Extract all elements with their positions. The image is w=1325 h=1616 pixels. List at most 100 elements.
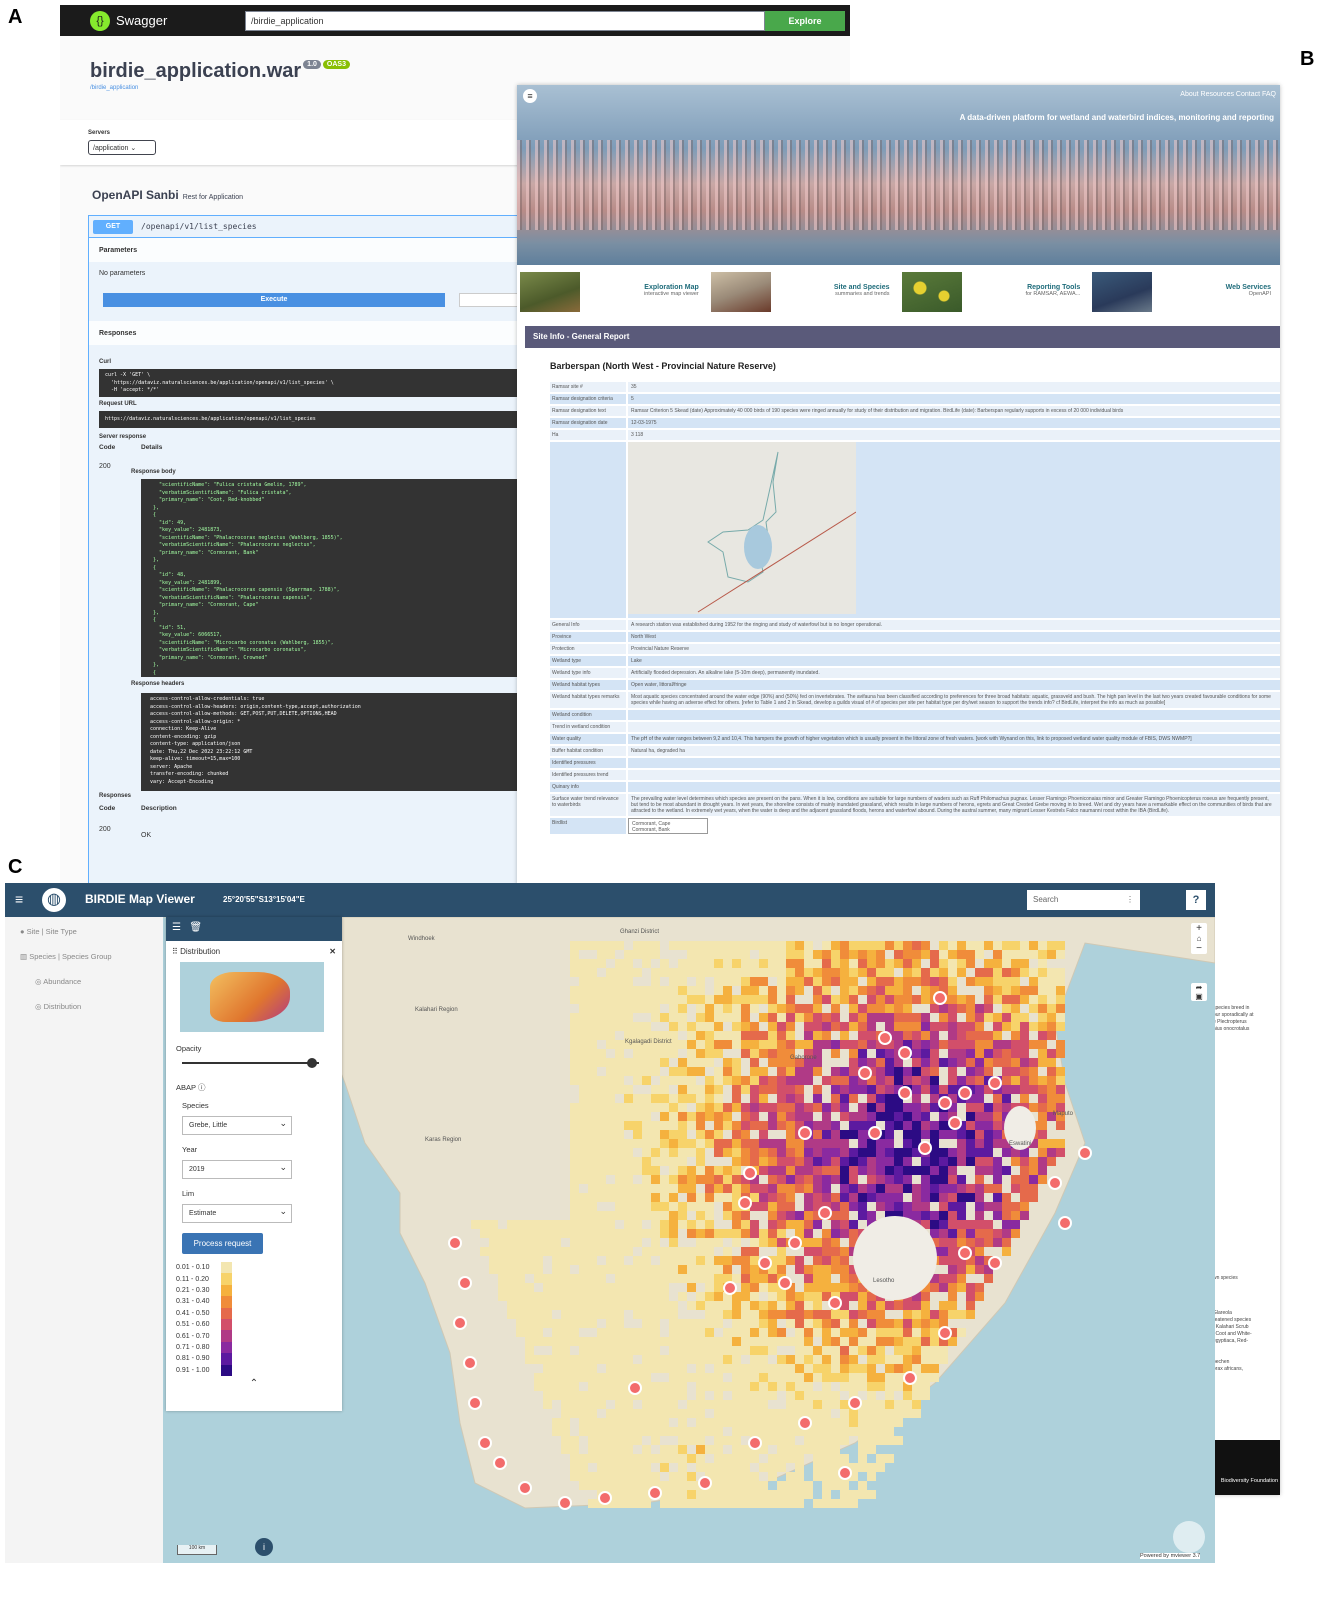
site-point[interactable] — [463, 1356, 477, 1370]
hamburger-menu-icon[interactable]: ≡ — [523, 89, 537, 103]
site-point[interactable] — [743, 1166, 757, 1180]
site-point[interactable] — [838, 1466, 852, 1480]
trash-icon[interactable]: 🗑 — [189, 922, 202, 933]
card-web-services[interactable]: Web Services OpenAPI — [1089, 272, 1279, 316]
site-point[interactable] — [988, 1256, 1002, 1270]
site-point[interactable] — [858, 1066, 872, 1080]
site-point[interactable] — [738, 1196, 752, 1210]
sidebar-item-abundance[interactable]: ◎ Abundance — [5, 977, 163, 986]
kebab-menu-icon[interactable]: ⋮ — [1126, 895, 1134, 904]
card-exploration-map[interactable]: Exploration Map interactive map viewer — [517, 272, 707, 316]
swagger-logo[interactable]: {} Swagger — [90, 10, 245, 31]
grid-cell — [642, 1247, 651, 1256]
zoom-in-icon[interactable]: + — [1191, 923, 1207, 934]
overview-map-toggle[interactable] — [1173, 1521, 1205, 1553]
collapse-chevron-icon[interactable]: ⌃ — [166, 1378, 342, 1389]
top-nav-links[interactable]: About Resources Contact FAQ — [1180, 91, 1276, 98]
close-icon[interactable]: ✕ — [329, 947, 336, 956]
api-base-link[interactable]: /birdie_application — [90, 85, 138, 91]
site-point[interactable] — [798, 1416, 812, 1430]
hamburger-menu-icon[interactable]: ≡ — [15, 891, 23, 907]
site-point[interactable] — [818, 1206, 832, 1220]
site-point[interactable] — [723, 1281, 737, 1295]
site-point[interactable] — [698, 1476, 712, 1490]
site-point[interactable] — [478, 1436, 492, 1450]
site-point[interactable] — [933, 991, 947, 1005]
grid-cell — [1029, 977, 1038, 986]
api-url-input[interactable]: /birdie_application — [245, 10, 765, 31]
grid-cell — [633, 1166, 642, 1175]
site-point[interactable] — [1078, 1146, 1092, 1160]
site-point[interactable] — [493, 1456, 507, 1470]
site-point[interactable] — [778, 1276, 792, 1290]
year-select[interactable]: 2019 — [182, 1160, 292, 1179]
species-select[interactable]: Grebe, Little — [182, 1116, 292, 1135]
sidebar-item-species[interactable]: ▥ Species | Species Group — [5, 952, 163, 961]
list-icon[interactable]: ☰ — [172, 922, 181, 933]
execute-button[interactable]: Execute — [103, 293, 445, 307]
sidebar-item-site[interactable]: ● Site | Site Type — [5, 927, 163, 936]
grid-cell — [858, 1454, 867, 1463]
process-request-button[interactable]: Process request — [182, 1233, 263, 1254]
site-point[interactable] — [598, 1491, 612, 1505]
site-point[interactable] — [748, 1436, 762, 1450]
site-point[interactable] — [938, 1096, 952, 1110]
site-point[interactable] — [828, 1296, 842, 1310]
site-point[interactable] — [898, 1046, 912, 1060]
grid-cell — [552, 1301, 561, 1310]
response-body-code[interactable]: "scientificName": "Fulica cristata Gmeli… — [141, 479, 518, 677]
site-point[interactable] — [453, 1316, 467, 1330]
site-point[interactable] — [558, 1496, 572, 1510]
curl-code[interactable]: curl -X 'GET' \ 'https://dataviz.natural… — [99, 369, 517, 397]
grid-cell — [759, 1418, 768, 1427]
birdlist-select[interactable]: Cormorant, Cape Cormorant, Bank — [628, 818, 708, 834]
info-icon[interactable]: ⓘ — [198, 1083, 206, 1092]
site-point[interactable] — [758, 1256, 772, 1270]
card-reporting-tools[interactable]: Reporting Tools for RAMSAR, AEWA... — [899, 272, 1089, 316]
site-point[interactable] — [1048, 1176, 1062, 1190]
tag-title[interactable]: OpenAPI Sanbi Rest for Application — [92, 188, 243, 202]
image-icon[interactable]: ▣ — [1191, 992, 1207, 1001]
site-point[interactable] — [958, 1086, 972, 1100]
site-point[interactable] — [918, 1141, 932, 1155]
site-point[interactable] — [788, 1236, 802, 1250]
response-headers-code[interactable]: access-control-allow-credentials: true a… — [141, 693, 518, 791]
request-url-code[interactable]: https://dataviz.naturalsciences.be/appli… — [99, 411, 517, 428]
grid-cell — [849, 1040, 858, 1049]
site-point[interactable] — [898, 1086, 912, 1100]
site-point[interactable] — [903, 1371, 917, 1385]
site-point[interactable] — [1058, 1216, 1072, 1230]
site-point[interactable] — [628, 1381, 642, 1395]
site-point[interactable] — [868, 1126, 882, 1140]
server-select[interactable]: /application ⌄ — [88, 140, 156, 155]
drag-handle-icon[interactable]: ⠿ Distribution — [172, 947, 220, 956]
opacity-slider[interactable] — [182, 1058, 319, 1068]
lim-select[interactable]: Estimate — [182, 1204, 292, 1223]
site-point[interactable] — [938, 1326, 952, 1340]
grid-cell — [678, 1094, 687, 1103]
site-point[interactable] — [798, 1126, 812, 1140]
site-point[interactable] — [648, 1486, 662, 1500]
help-button[interactable]: ? — [1186, 890, 1206, 910]
site-map-thumbnail[interactable] — [628, 442, 856, 614]
zoom-out-icon[interactable]: − — [1191, 943, 1207, 954]
opacity-handle[interactable] — [307, 1058, 318, 1068]
home-icon[interactable]: ⌂ — [1191, 934, 1207, 943]
site-point[interactable] — [848, 1396, 862, 1410]
search-input[interactable]: Search ⋮ — [1027, 890, 1140, 910]
explore-button[interactable]: Explore — [765, 10, 845, 31]
sidebar-item-distribution[interactable]: ◎ Distribution — [5, 1002, 163, 1011]
site-point[interactable] — [958, 1246, 972, 1260]
site-point[interactable] — [518, 1481, 532, 1495]
share-icon[interactable]: ➦ — [1191, 983, 1207, 992]
card-site-species[interactable]: Site and Species summaries and trends — [708, 272, 898, 316]
grid-cell — [903, 1301, 912, 1310]
site-point[interactable] — [468, 1396, 482, 1410]
site-point[interactable] — [878, 1031, 892, 1045]
site-point[interactable] — [448, 1236, 462, 1250]
site-point[interactable] — [458, 1276, 472, 1290]
grid-cell — [705, 1310, 714, 1319]
site-point[interactable] — [948, 1116, 962, 1130]
site-point[interactable] — [988, 1076, 1002, 1090]
info-icon[interactable]: i — [255, 1538, 273, 1556]
